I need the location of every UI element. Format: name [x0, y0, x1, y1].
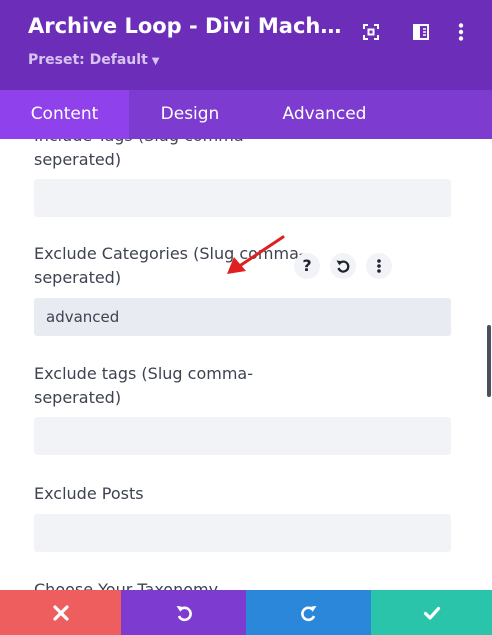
- close-icon: [52, 604, 69, 621]
- undo-button[interactable]: [121, 590, 246, 635]
- cancel-button[interactable]: [0, 590, 121, 635]
- redo-button[interactable]: [246, 590, 371, 635]
- action-bar: [0, 590, 492, 635]
- save-button[interactable]: [371, 590, 492, 635]
- annotation-arrow: [227, 235, 285, 274]
- redo-icon: [300, 605, 316, 621]
- check-icon: [423, 606, 440, 620]
- undo-icon: [176, 605, 192, 621]
- scrollbar[interactable]: [487, 325, 491, 397]
